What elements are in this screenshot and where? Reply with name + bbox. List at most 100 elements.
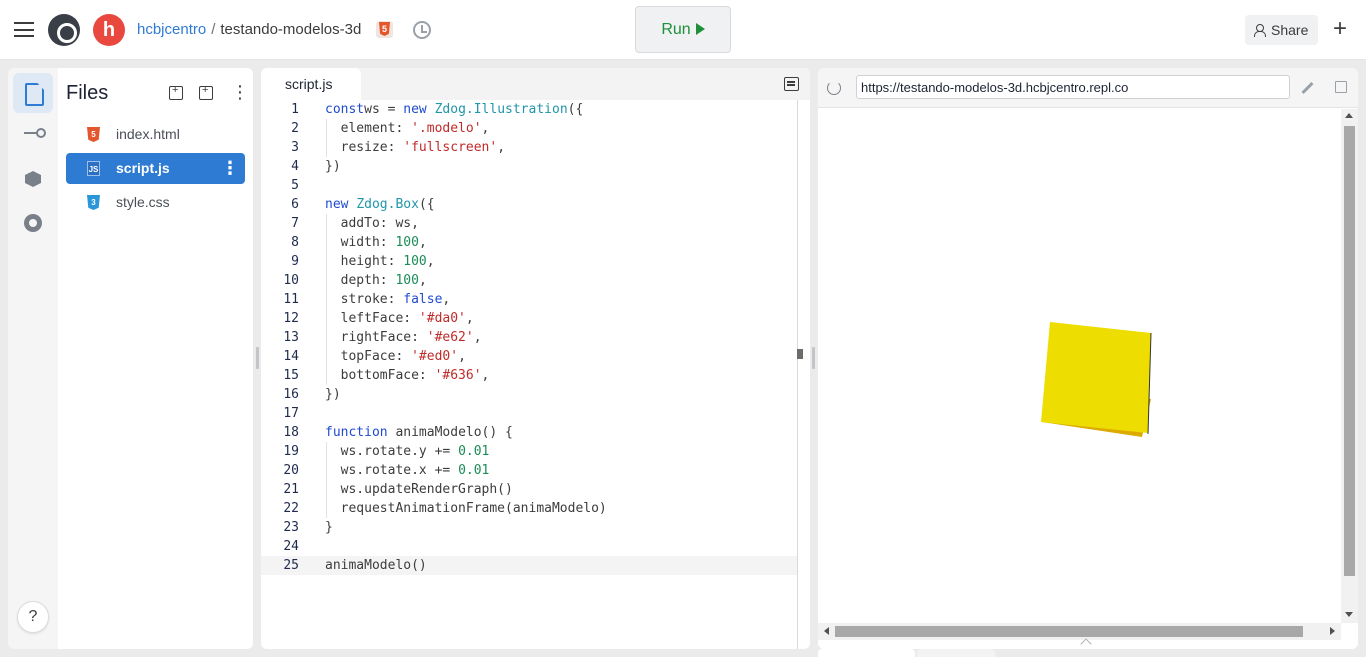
code-token: , <box>458 349 466 364</box>
git-branch-icon[interactable] <box>13 115 53 155</box>
share-button[interactable]: Share <box>1245 15 1318 45</box>
url-input[interactable] <box>856 75 1290 99</box>
code-line[interactable]: 11 stroke: false, <box>261 290 797 309</box>
more-options-icon[interactable] <box>229 82 249 103</box>
code-line[interactable]: 24 <box>261 537 797 556</box>
code-text: function animaModelo() { <box>325 423 513 442</box>
code-line[interactable]: 1 constws = new Zdog.Illustration({ <box>261 100 797 119</box>
webview-horizontal-scrollbar[interactable] <box>818 623 1341 640</box>
bottom-tab-console[interactable] <box>917 649 995 657</box>
gear-icon[interactable] <box>13 203 53 243</box>
code-text: new Zdog.Box({ <box>325 195 435 214</box>
code-line[interactable]: 17 <box>261 404 797 423</box>
breadcrumb-repl-name[interactable]: testando-modelos-3d <box>220 21 361 38</box>
webview-url-bar <box>818 68 1358 108</box>
code-token: , <box>481 121 490 136</box>
code-token: topFace: <box>325 349 412 364</box>
new-folder-icon[interactable] <box>199 84 213 100</box>
code-token: animaModelo() { <box>395 425 513 440</box>
code-token: bottomFace: <box>325 368 435 383</box>
code-line[interactable]: 23} <box>261 518 797 537</box>
replit-logo[interactable] <box>48 14 80 46</box>
run-button[interactable]: Run <box>635 6 731 53</box>
code-line[interactable]: 18 function animaModelo() { <box>261 423 797 442</box>
code-token: '#636' <box>434 368 482 383</box>
code-token: false <box>403 292 443 307</box>
scroll-up-arrow-icon[interactable] <box>1345 113 1353 118</box>
reload-icon[interactable] <box>827 81 841 95</box>
code-line[interactable]: 16}) <box>261 385 797 404</box>
file-item-script-js[interactable]: JS script.js ⋮ <box>66 153 245 184</box>
code-line[interactable]: 12 leftFace: '#da0', <box>261 309 797 328</box>
horizontal-scrollbar-thumb[interactable] <box>835 626 1303 637</box>
line-number: 7 <box>291 216 299 231</box>
file-item-style-css[interactable]: 3 style.css <box>66 187 245 218</box>
webview-canvas[interactable] <box>818 109 1341 623</box>
user-avatar[interactable]: h <box>93 14 125 46</box>
open-in-new-tab-icon[interactable] <box>1335 81 1347 93</box>
code-line[interactable]: 2 element: '.modelo', <box>261 119 797 138</box>
webview-vertical-scrollbar[interactable] <box>1341 109 1358 623</box>
editor-tab-bar: script.js <box>261 68 810 100</box>
tab-script-js[interactable]: script.js <box>261 68 361 100</box>
package-icon[interactable] <box>13 159 53 199</box>
code-line[interactable]: 13 rightFace: '#e62', <box>261 328 797 347</box>
share-label: Share <box>1271 22 1309 38</box>
code-line[interactable]: 10 depth: 100, <box>261 271 797 290</box>
file-item-index-html[interactable]: 5 index.html <box>66 119 245 150</box>
code-token: new <box>403 102 435 117</box>
help-button[interactable]: ? <box>17 601 49 633</box>
code-token: ws = <box>364 102 404 117</box>
code-line[interactable]: 5 <box>261 176 797 195</box>
code-token: resize: <box>325 140 404 155</box>
scroll-down-arrow-icon[interactable] <box>1345 612 1353 617</box>
files-tool-icon[interactable] <box>13 73 53 113</box>
scroll-left-arrow-icon[interactable] <box>824 627 829 635</box>
editor-scrollbar-track[interactable] <box>797 100 798 649</box>
run-label: Run <box>661 21 691 38</box>
line-number: 20 <box>283 463 299 478</box>
code-line[interactable]: 14 topFace: '#ed0', <box>261 347 797 366</box>
file-more-icon[interactable]: ⋮ <box>221 153 239 184</box>
code-area[interactable]: 1 constws = new Zdog.Illustration({2 elem… <box>261 100 797 575</box>
code-token: , <box>426 254 435 269</box>
code-line[interactable]: 22 requestAnimationFrame(animaModelo) <box>261 499 797 518</box>
code-line[interactable]: 3 resize: 'fullscreen', <box>261 138 797 157</box>
code-line[interactable]: 21 ws.updateRenderGraph() <box>261 480 797 499</box>
html5-language-icon[interactable] <box>376 21 393 38</box>
code-text: rightFace: '#e62', <box>325 328 482 347</box>
editor-menu-icon[interactable] <box>784 77 799 91</box>
vertical-scrollbar-thumb[interactable] <box>1344 126 1355 576</box>
left-sidebar: ? <box>8 68 58 649</box>
breadcrumb-separator: / <box>211 21 216 38</box>
code-editor-panel: script.js 1 constws = new Zdog.Illustrati… <box>261 68 810 649</box>
code-text: requestAnimationFrame(animaModelo) <box>325 499 607 518</box>
code-line[interactable]: 7 addTo: ws, <box>261 214 797 233</box>
panel-resize-handle[interactable] <box>812 347 815 369</box>
code-line[interactable]: 15 bottomFace: '#636', <box>261 366 797 385</box>
code-line[interactable]: 8 width: 100, <box>261 233 797 252</box>
menu-icon[interactable] <box>14 22 34 37</box>
panel-resize-handle[interactable] <box>256 347 259 369</box>
pencil-icon[interactable] <box>1301 81 1314 95</box>
scroll-right-arrow-icon[interactable] <box>1330 627 1335 635</box>
new-tab-button[interactable]: + <box>1333 16 1347 42</box>
file-tree-title: Files <box>66 82 109 104</box>
bottom-tab-webview[interactable] <box>818 649 915 657</box>
code-token: addTo: ws, <box>325 216 419 231</box>
new-file-icon[interactable] <box>169 84 183 100</box>
code-line[interactable]: 6 new Zdog.Box({ <box>261 195 797 214</box>
code-line[interactable]: 19 ws.rotate.y += 0.01 <box>261 442 797 461</box>
code-token: const <box>325 102 365 117</box>
line-number: 6 <box>291 197 299 212</box>
code-line[interactable]: 20 ws.rotate.x += 0.01 <box>261 461 797 480</box>
history-icon[interactable] <box>413 21 431 39</box>
code-line[interactable]: 9 height: 100, <box>261 252 797 271</box>
line-number: 13 <box>283 330 299 345</box>
breadcrumb-user-link[interactable]: hcbjcentro <box>137 21 206 38</box>
code-line[interactable]: 4}) <box>261 157 797 176</box>
code-token: 0.01 <box>458 463 490 478</box>
code-line[interactable]: 25 animaModelo() <box>261 556 797 575</box>
editor-scrollbar-thumb[interactable] <box>797 349 803 359</box>
line-number: 4 <box>291 159 299 174</box>
